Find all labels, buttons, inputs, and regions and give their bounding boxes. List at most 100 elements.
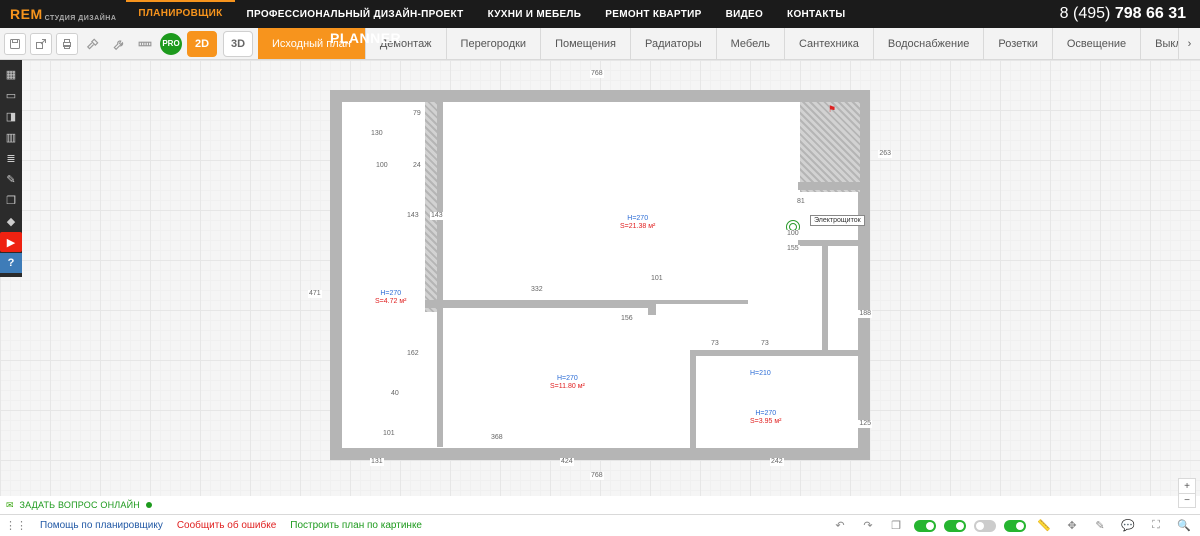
room-label: H=270S=3.95 м² — [750, 410, 781, 426]
tabs-scroll-right[interactable]: › — [1178, 28, 1200, 59]
hatched-shaft — [800, 102, 860, 192]
inner-wall — [425, 300, 655, 308]
undo-icon[interactable]: ↶ — [830, 517, 850, 535]
layers-icon[interactable]: ❐ — [886, 517, 906, 535]
comment-icon[interactable]: 💬 — [1118, 517, 1138, 535]
nav-kitchens[interactable]: КУХНИ И МЕБЕЛЬ — [476, 9, 594, 20]
dim-seg: 100 — [786, 230, 800, 238]
dim-seg: 242 — [770, 458, 784, 466]
tab-lighting[interactable]: Освещение — [1053, 28, 1141, 59]
dim-seg: 156 — [620, 315, 634, 323]
inner-wall — [648, 300, 748, 304]
tool-wrench-icon[interactable] — [108, 33, 130, 55]
edit-icon[interactable]: ✎ — [1090, 517, 1110, 535]
dim-seg: 143 — [430, 212, 444, 220]
logo-brand-a: REM — [10, 6, 43, 22]
footer-build-link[interactable]: Построить план по картинке — [290, 520, 422, 531]
chat-online[interactable]: ✉ ЗАДАТЬ ВОПРОС ОНЛАЙН — [0, 496, 158, 514]
chat-label: ЗАДАТЬ ВОПРОС ОНЛАЙН — [20, 500, 140, 510]
dim-seg: 130 — [370, 130, 384, 138]
zoom-controls: + − — [1178, 478, 1196, 508]
pro-badge[interactable]: PRO — [160, 33, 182, 55]
column — [425, 102, 437, 312]
zoom-in-button[interactable]: + — [1179, 479, 1195, 493]
toggle-dims[interactable] — [914, 520, 936, 532]
palette-shape-icon[interactable]: ◆ — [0, 211, 22, 231]
nav-video[interactable]: ВИДЕО — [714, 9, 775, 20]
toggle-labels[interactable] — [944, 520, 966, 532]
dim-seg: 100 — [375, 162, 389, 170]
dim-seg: 368 — [490, 434, 504, 442]
search-icon[interactable]: 🔍 — [1174, 517, 1194, 535]
outer-walls — [330, 90, 870, 460]
dim-seg: 332 — [530, 286, 544, 294]
fit-icon[interactable]: ⛶ — [1146, 517, 1166, 535]
dim-seg: 125 — [858, 420, 872, 428]
measure-icon[interactable]: 📏 — [1034, 517, 1054, 535]
inner-wall — [798, 240, 860, 246]
tool-measure-icon[interactable] — [134, 33, 156, 55]
palette-layers-icon[interactable]: ❐ — [0, 190, 22, 210]
nav-contacts[interactable]: КОНТАКТЫ — [775, 9, 857, 20]
electro-panel-label: Электрощиток — [810, 215, 865, 226]
redo-icon[interactable]: ↷ — [858, 517, 878, 535]
inner-wall — [437, 102, 443, 447]
inner-wall — [690, 350, 696, 448]
palette-wall-icon[interactable]: ▭ — [0, 85, 22, 105]
dim-seg: 73 — [710, 340, 720, 348]
zoom-out-button[interactable]: − — [1179, 493, 1195, 507]
print-icon[interactable] — [56, 33, 78, 55]
palette-youtube-icon[interactable]: ▶ — [0, 232, 22, 252]
footer-help-link[interactable]: Помощь по планировщику — [40, 520, 163, 531]
dim-right: 263 — [878, 150, 892, 158]
nav-planner[interactable]: ПЛАНИРОВЩИК — [126, 0, 234, 28]
dim-top: 768 — [590, 70, 604, 78]
room-label: H=210 — [750, 370, 771, 378]
floor-plan[interactable]: Электрощиток ⚑ H=270S=21.38 м² H=270S=4.… — [330, 90, 870, 460]
dim-seg: 155 — [786, 245, 800, 253]
nav-renovation[interactable]: РЕМОНТ КВАРТИР — [593, 9, 713, 20]
dim-seg: 143 — [406, 212, 420, 220]
canvas[interactable]: Электрощиток ⚑ H=270S=21.38 м² H=270S=4.… — [0, 60, 1200, 496]
dim-seg: 162 — [406, 350, 420, 358]
dim-seg: 101 — [382, 430, 396, 438]
tab-water[interactable]: Водоснабжение — [874, 28, 984, 59]
header-phone: 8 (495) 798 66 31 — [1046, 5, 1200, 23]
tab-switches[interactable]: Выключатели — [1141, 28, 1178, 59]
palette-door-icon[interactable]: ◨ — [0, 106, 22, 126]
inner-wall — [690, 350, 858, 356]
left-palette: ▦ ▭ ◨ ▥ ≣ ✎ ❐ ◆ ▶ ? — [0, 60, 22, 277]
tab-sockets[interactable]: Розетки — [984, 28, 1053, 59]
inner-wall — [822, 246, 828, 352]
online-dot-icon — [146, 502, 152, 508]
pan-icon[interactable]: ✥ — [1062, 517, 1082, 535]
palette-stairs-icon[interactable]: ≣ — [0, 148, 22, 168]
palette-note-icon[interactable]: ✎ — [0, 169, 22, 189]
palette-window-icon[interactable]: ▥ — [0, 127, 22, 147]
dim-seg: 24 — [412, 162, 422, 170]
dim-seg: 73 — [760, 340, 770, 348]
toggle-snap[interactable] — [1004, 520, 1026, 532]
save-icon[interactable] — [4, 33, 26, 55]
view-3d-button[interactable]: 3D — [223, 31, 253, 57]
footer-tools: ↶ ↷ ❐ 📏 ✥ ✎ 💬 ⛶ 🔍 — [830, 517, 1194, 535]
room-label: H=270S=11.80 м² — [550, 375, 585, 391]
export-icon[interactable] — [30, 33, 52, 55]
palette-help-button[interactable]: ? — [0, 253, 22, 273]
tool-hammer-icon[interactable] — [82, 33, 104, 55]
toolbar-file-icons: PRO 2D 3D — [0, 28, 258, 59]
footer-handle-icon[interactable]: ⋮⋮ — [6, 517, 26, 535]
toggle-grid[interactable] — [974, 520, 996, 532]
phone-prefix: 8 (495) — [1060, 5, 1115, 22]
logo[interactable]: REM PLANNER СТУДИЯ ДИЗАЙНА — [0, 6, 126, 22]
nav-design-project[interactable]: ПРОФЕССИОНАЛЬНЫЙ ДИЗАЙН-ПРОЕКТ — [235, 9, 476, 20]
footer-report-link[interactable]: Сообщить об ошибке — [177, 520, 276, 531]
room-label: H=270S=21.38 м² — [620, 215, 655, 231]
top-nav: REM PLANNER СТУДИЯ ДИЗАЙНА ПЛАНИРОВЩИК П… — [0, 0, 1200, 28]
view-2d-button[interactable]: 2D — [187, 31, 217, 57]
room-label: H=270S=4.72 м² — [375, 290, 406, 306]
dim-bottom: 768 — [590, 472, 604, 480]
palette-grid-icon[interactable]: ▦ — [0, 64, 22, 84]
dim-seg: 424 — [560, 458, 574, 466]
chat-icon: ✉ — [6, 500, 14, 511]
